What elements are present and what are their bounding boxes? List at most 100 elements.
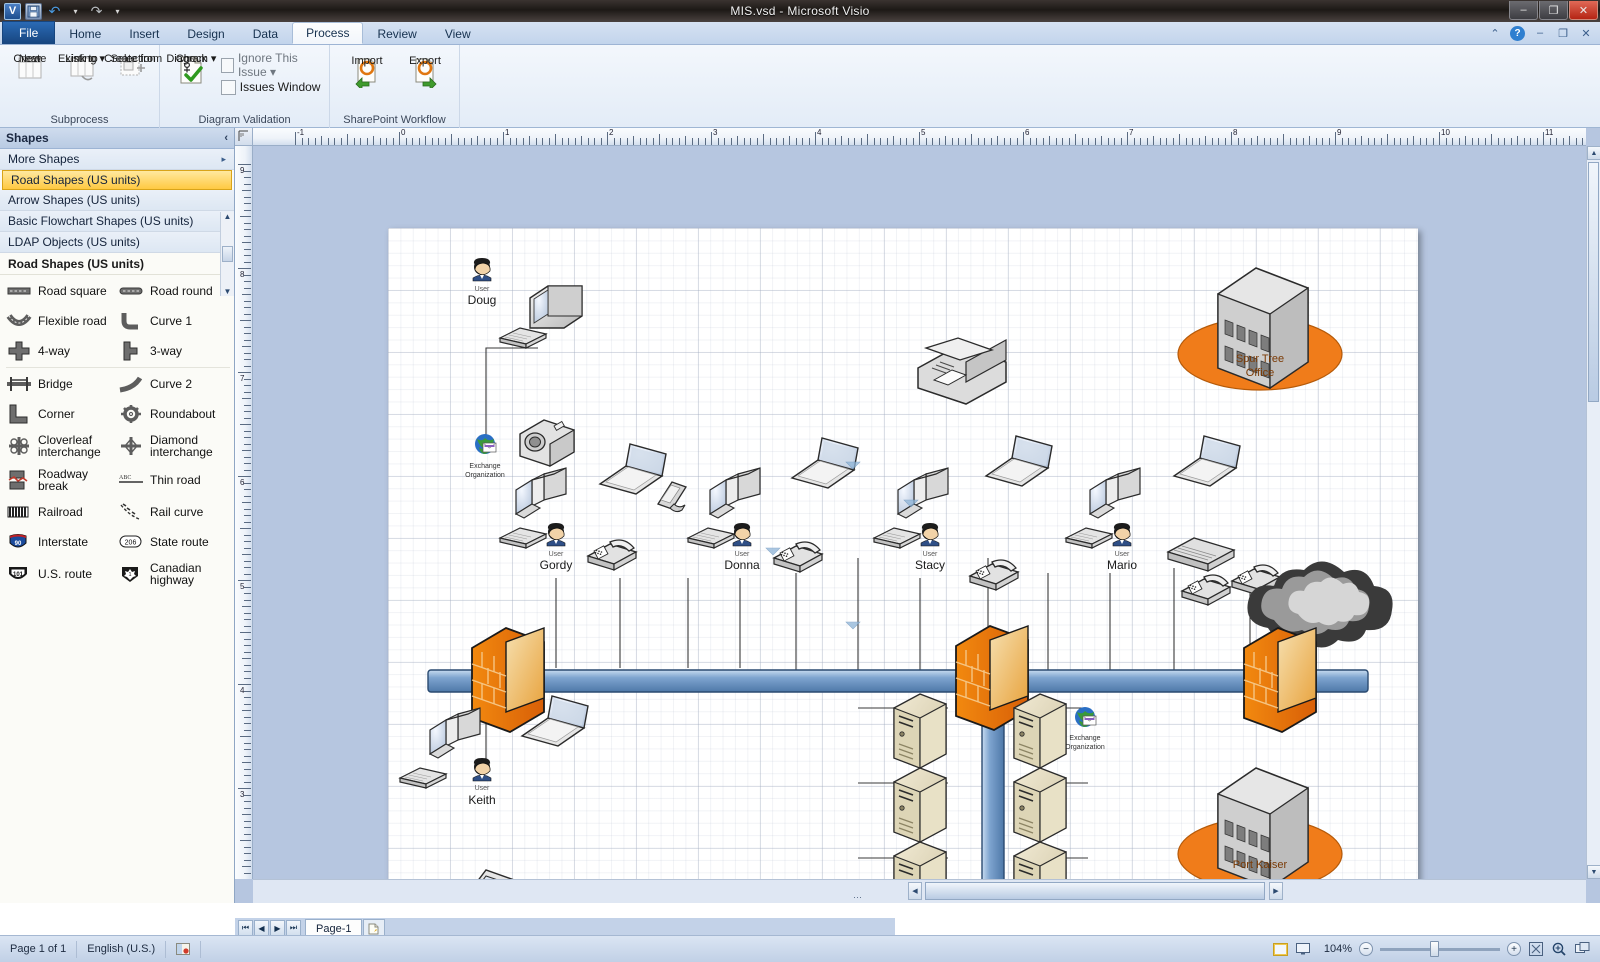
shape-state-route[interactable]: 206 State route bbox=[118, 532, 230, 552]
link-to-existing-button[interactable]: Link to Existing ▾ bbox=[56, 49, 108, 88]
tab-design[interactable]: Design bbox=[173, 22, 238, 44]
shape-curve-1[interactable]: Curve 1 bbox=[118, 311, 230, 331]
server-left-3[interactable] bbox=[893, 841, 947, 879]
workstation-pc-1[interactable] bbox=[515, 467, 567, 519]
horizontal-scroll-thumb[interactable] bbox=[925, 882, 1265, 900]
scroll-down-icon[interactable]: ▼ bbox=[224, 287, 232, 296]
server-right-1[interactable] bbox=[1013, 693, 1067, 769]
workstation-pc-4[interactable] bbox=[1089, 467, 1141, 519]
stencil-item-ldap-objects[interactable]: LDAP Objects (US units) bbox=[0, 232, 234, 253]
shape-interstate[interactable]: 90 Interstate bbox=[6, 532, 118, 552]
arrange-windows-button[interactable] bbox=[1574, 942, 1590, 956]
user-donna-icon[interactable] bbox=[732, 522, 752, 547]
ribbon-right-controls[interactable]: ⌃ ? – ❐ ✕ bbox=[1487, 25, 1594, 41]
export-button[interactable]: Export bbox=[396, 51, 454, 91]
visio-logo-icon[interactable]: V bbox=[4, 2, 21, 20]
site-port-kaiser[interactable]: Port Kaiser bbox=[1177, 767, 1343, 879]
zoom-slider-handle[interactable] bbox=[1430, 940, 1439, 957]
scrollbar-thumb[interactable] bbox=[222, 246, 233, 262]
more-shapes-row[interactable]: More Shapes ▸ bbox=[0, 149, 234, 170]
mobile-phone-1[interactable] bbox=[657, 481, 687, 513]
zoom-level-label[interactable]: 104% bbox=[1318, 943, 1352, 955]
tab-insert[interactable]: Insert bbox=[115, 22, 173, 44]
shape-canadian-highway[interactable]: 1 Canadian highway bbox=[118, 562, 230, 586]
workstation-pc-3[interactable] bbox=[897, 467, 949, 519]
keyboard-4[interactable] bbox=[1065, 527, 1113, 549]
save-icon[interactable] bbox=[25, 2, 42, 20]
shape-thin-road[interactable]: ABC Thin road bbox=[118, 468, 230, 492]
desk-phone-2[interactable] bbox=[773, 541, 823, 573]
check-diagram-button[interactable]: Check Diagram ▾ bbox=[166, 49, 217, 98]
shape-cloverleaf-interchange[interactable]: Cloverleaf interchange bbox=[6, 434, 118, 458]
canvas-viewport[interactable]: Spur Tree Office Port Kaiser User Doug E… bbox=[253, 146, 1586, 879]
keyboard-3[interactable] bbox=[873, 527, 921, 549]
shape-road-round[interactable]: Road round bbox=[118, 281, 230, 301]
zoom-in-button[interactable]: + bbox=[1507, 942, 1521, 956]
close-button[interactable]: ✕ bbox=[1569, 1, 1598, 20]
stencil-item-basic-flowchart[interactable]: Basic Flowchart Shapes (US units) bbox=[0, 211, 234, 232]
undo-icon[interactable]: ↶ bbox=[46, 3, 63, 20]
user-mario-icon[interactable] bbox=[1112, 522, 1132, 547]
exchange-organization-left-icon[interactable] bbox=[474, 433, 497, 455]
scroll-down-button[interactable]: ▼ bbox=[1587, 865, 1600, 879]
scroll-up-icon[interactable]: ▲ bbox=[224, 212, 232, 221]
fax-machine-icon[interactable] bbox=[917, 337, 1007, 405]
shape-rail-curve[interactable]: Rail curve bbox=[118, 502, 230, 522]
canvas-vertical-scrollbar[interactable]: ▲ ▼ bbox=[1586, 146, 1600, 879]
exchange-organization-right-icon[interactable] bbox=[1074, 706, 1097, 728]
workstation-keith-pc[interactable] bbox=[429, 707, 481, 759]
import-button[interactable]: Import bbox=[338, 51, 396, 91]
shape-us-route[interactable]: 101 U.S. route bbox=[6, 562, 118, 586]
network-backbone-horizontal[interactable] bbox=[427, 669, 1369, 693]
firewall-cloud[interactable] bbox=[1243, 627, 1317, 733]
stencil-item-arrow-shapes[interactable]: Arrow Shapes (US units) bbox=[0, 190, 234, 211]
collapse-panel-icon[interactable]: ‹ bbox=[224, 132, 228, 144]
user-keith-icon[interactable] bbox=[472, 757, 492, 782]
network-switch-1[interactable] bbox=[1167, 537, 1235, 572]
tab-view[interactable]: View bbox=[431, 22, 485, 44]
status-bar-right[interactable]: 104% − + bbox=[1273, 940, 1600, 957]
window-controls[interactable]: – ❐ ✕ bbox=[1509, 1, 1598, 20]
tab-data[interactable]: Data bbox=[239, 22, 292, 44]
maximize-button[interactable]: ❐ bbox=[1539, 1, 1568, 20]
ruler-corner[interactable] bbox=[235, 128, 253, 146]
normal-view-button[interactable] bbox=[1273, 942, 1288, 956]
shape-diamond-interchange[interactable]: Diamond interchange bbox=[118, 434, 230, 458]
close-document-icon[interactable]: ✕ bbox=[1578, 25, 1594, 41]
restore-document-icon[interactable]: ❐ bbox=[1555, 25, 1571, 41]
zoom-out-button[interactable]: − bbox=[1359, 942, 1373, 956]
tab-process[interactable]: Process bbox=[292, 22, 364, 44]
shape-bridge[interactable]: Bridge bbox=[6, 374, 118, 394]
digital-camera-icon[interactable] bbox=[519, 419, 575, 467]
user-doug-icon[interactable] bbox=[472, 257, 492, 282]
laptop-1[interactable] bbox=[599, 443, 667, 495]
shape-roadway-break[interactable]: Roadway break bbox=[6, 468, 118, 492]
ignore-this-issue-button[interactable]: Ignore This Issue ▾ bbox=[217, 51, 329, 79]
create-new-button[interactable]: Create New bbox=[4, 49, 56, 88]
vertical-ruler[interactable]: 98765432 bbox=[235, 146, 253, 879]
previous-page-button[interactable]: ◀ bbox=[254, 920, 269, 936]
macro-record-button[interactable] bbox=[166, 940, 202, 958]
zoom-dialog-button[interactable] bbox=[1551, 942, 1567, 956]
desk-phone-4[interactable] bbox=[1181, 574, 1231, 606]
customize-qat-icon[interactable]: ▾ bbox=[109, 3, 126, 20]
ribbon-tab-strip[interactable]: File Home Insert Design Data Process Rev… bbox=[0, 21, 1600, 45]
server-left-2[interactable] bbox=[893, 767, 947, 843]
undo-dropdown-icon[interactable]: ▾ bbox=[67, 3, 84, 20]
keyboard-1[interactable] bbox=[499, 527, 547, 549]
network-diagram[interactable]: Spur Tree Office Port Kaiser User Doug E… bbox=[388, 228, 1418, 879]
shape-curve-2[interactable]: Curve 2 bbox=[118, 374, 230, 394]
workstation-keith-keyboard[interactable] bbox=[399, 767, 447, 789]
shape-3-way[interactable]: 3-way bbox=[118, 341, 230, 361]
redo-icon[interactable]: ↷ bbox=[88, 3, 105, 20]
workstation-pc-2[interactable] bbox=[709, 467, 761, 519]
tab-home[interactable]: Home bbox=[55, 22, 115, 44]
tab-review[interactable]: Review bbox=[363, 22, 430, 44]
collapse-ribbon-icon[interactable]: ⌃ bbox=[1487, 25, 1503, 41]
minimize-button[interactable]: – bbox=[1509, 1, 1538, 20]
scroll-right-button[interactable]: ▶ bbox=[1269, 882, 1283, 900]
server-left-1[interactable] bbox=[893, 693, 947, 769]
desk-phone-1[interactable] bbox=[587, 539, 637, 571]
shape-flexible-road[interactable]: Flexible road bbox=[6, 311, 118, 331]
shape-4-way[interactable]: 4-way bbox=[6, 341, 118, 361]
